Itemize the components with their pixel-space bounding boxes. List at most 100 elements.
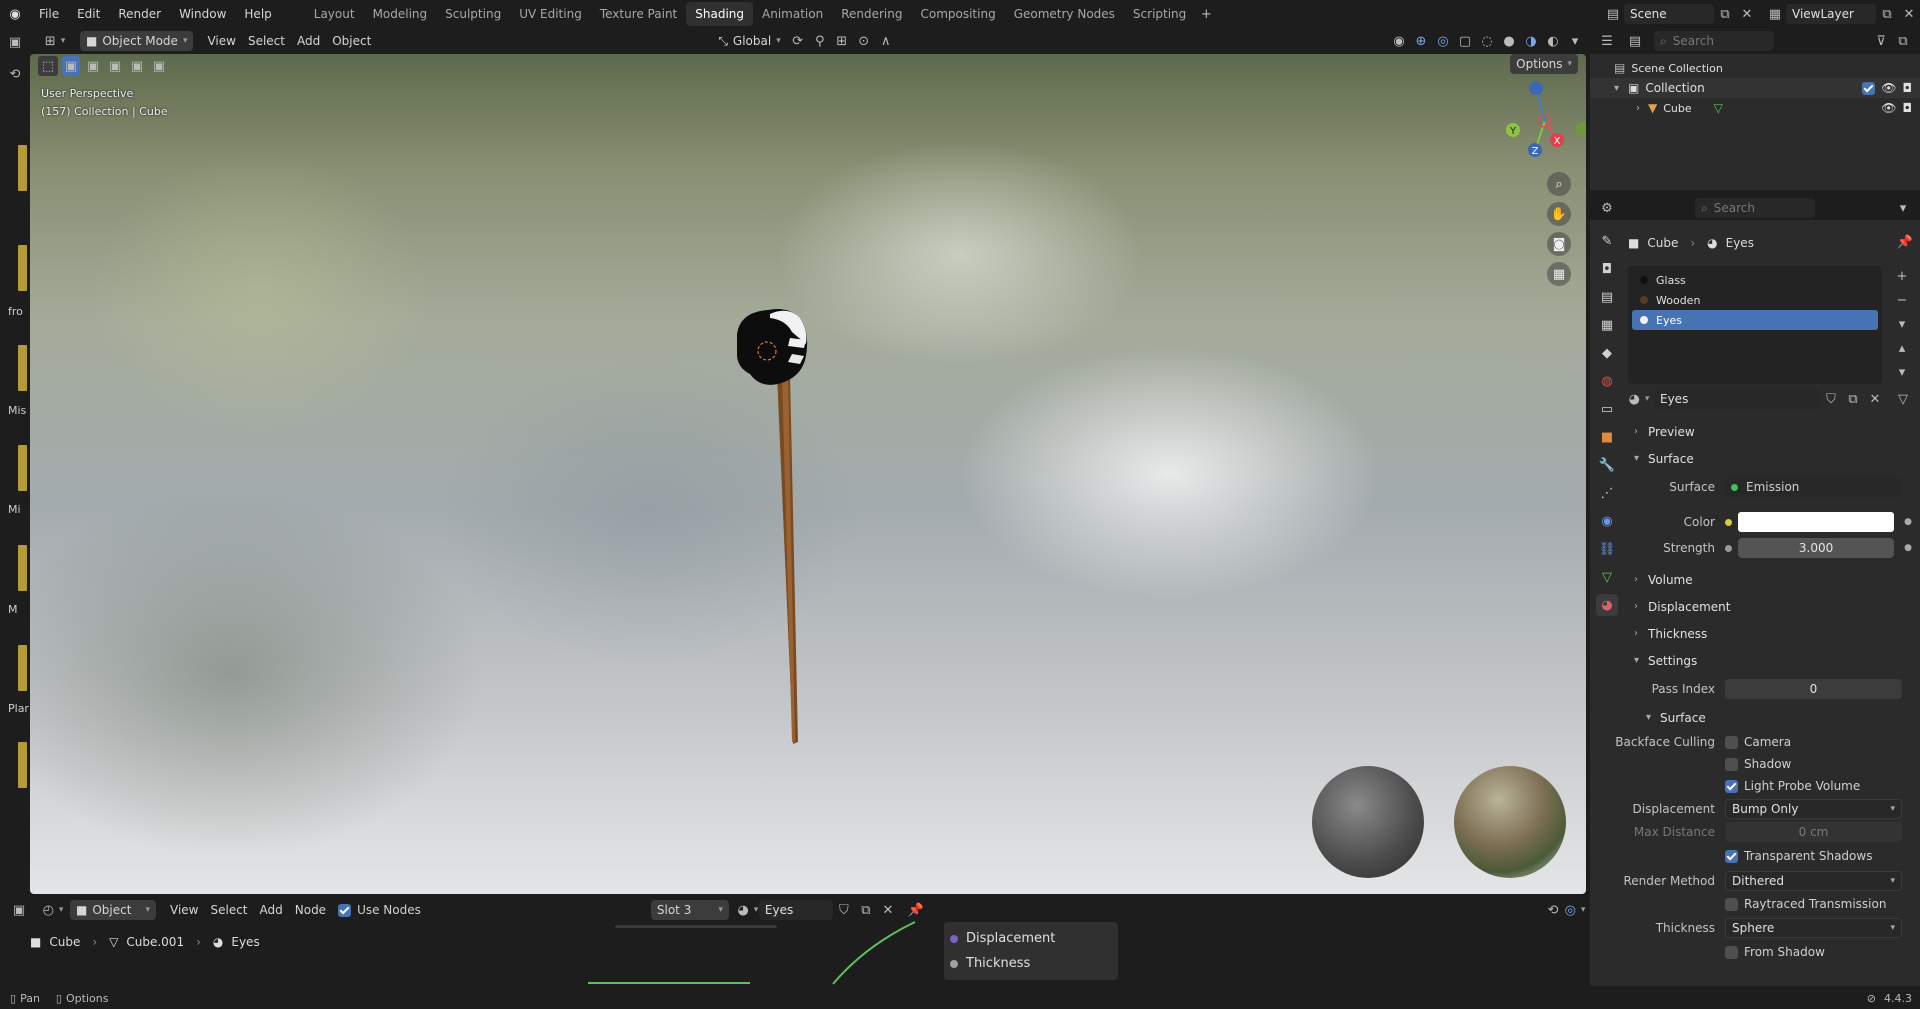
- asset-tab-1[interactable]: [18, 145, 27, 191]
- use-nodes-checkbox[interactable]: [338, 903, 352, 917]
- node-material-browse-icon[interactable]: ◕ ▾: [737, 900, 759, 920]
- tab-rendering[interactable]: Rendering: [832, 2, 911, 26]
- new-view-layer-icon[interactable]: ⧉: [1876, 4, 1898, 24]
- scene-collection-row[interactable]: ▤ Scene Collection: [1590, 58, 1920, 78]
- view-layer-name[interactable]: ViewLayer: [1786, 4, 1876, 24]
- collection-include-checkbox[interactable]: [1862, 81, 1876, 95]
- editor-type-3d-icon[interactable]: ⊞ ▾: [44, 31, 66, 51]
- cube-object-render[interactable]: [730, 304, 870, 744]
- slot-select[interactable]: Slot 3 ▾: [650, 900, 729, 920]
- new-scene-icon[interactable]: ⧉: [1714, 4, 1736, 24]
- menu-view[interactable]: View: [201, 31, 241, 51]
- delete-view-layer-icon[interactable]: ✕: [1898, 4, 1920, 24]
- outliner-editor-icon[interactable]: ☰: [1596, 31, 1618, 51]
- camera-view-icon[interactable]: ◙: [1547, 232, 1571, 256]
- node-editor-type-icon[interactable]: ▣: [8, 900, 30, 920]
- tool-tab-icon[interactable]: ✎: [1596, 230, 1618, 252]
- asset-tab-6[interactable]: [18, 645, 27, 691]
- select-invert-icon[interactable]: ▣: [128, 56, 146, 76]
- volume-panel-header[interactable]: › Volume: [1590, 566, 1920, 593]
- collection-expand-icon[interactable]: ▾: [1614, 83, 1628, 94]
- move-slot-up-icon[interactable]: ▴: [1891, 338, 1913, 358]
- menu-select[interactable]: Select: [242, 31, 291, 51]
- tab-geometry-nodes[interactable]: Geometry Nodes: [1005, 2, 1124, 26]
- orientation-select[interactable]: ⤡ Global ▾: [712, 31, 786, 51]
- pass-index-field[interactable]: 0: [1725, 679, 1902, 699]
- cube-eye-icon[interactable]: 👁: [1881, 101, 1896, 115]
- tab-shading[interactable]: Shading: [686, 2, 753, 26]
- new-collection-icon[interactable]: ⧉: [1892, 31, 1914, 51]
- slot-specials-icon[interactable]: ▾: [1891, 314, 1913, 334]
- camera-icon[interactable]: ◘: [1903, 81, 1913, 95]
- material-name-field[interactable]: Eyes: [1654, 389, 1820, 409]
- wireframe-shading-icon[interactable]: ◌: [1476, 31, 1498, 51]
- from-shadow-checkbox[interactable]: [1725, 945, 1738, 959]
- strength-keyframe-icon[interactable]: ●: [1904, 543, 1912, 553]
- node-editor[interactable]: ▣ ◴ ▾ ■ Object ▾ View Select Add Node Use N…: [0, 898, 1586, 986]
- proportional-edit-icon[interactable]: ⊙: [853, 31, 875, 51]
- fake-user-icon[interactable]: ⛉: [1820, 389, 1842, 409]
- world-tab-icon[interactable]: ◍: [1596, 370, 1618, 392]
- viewport-options-button[interactable]: Options ▾: [1510, 54, 1578, 74]
- file-browser-icon[interactable]: ⟲: [4, 64, 26, 84]
- outliner-search-field[interactable]: ⌕ Search: [1654, 31, 1774, 51]
- asset-tab-4[interactable]: [18, 445, 27, 491]
- scene-name[interactable]: Scene: [1624, 4, 1714, 24]
- surface-panel-header[interactable]: ▾ Surface: [1590, 445, 1920, 472]
- displacement-method-select[interactable]: Bump Only ▾: [1725, 799, 1902, 819]
- eye-icon[interactable]: 👁: [1881, 81, 1896, 95]
- select-extend-icon[interactable]: ▣: [84, 56, 102, 76]
- asset-tab-3[interactable]: [18, 345, 27, 391]
- navigation-gizmo[interactable]: Z Y X: [1500, 80, 1586, 170]
- select-subtract-icon[interactable]: ▣: [106, 56, 124, 76]
- scene-tab-icon[interactable]: ◆: [1596, 342, 1618, 364]
- cube-expand-icon[interactable]: ›: [1636, 103, 1648, 114]
- max-distance-field[interactable]: 0 cm: [1725, 822, 1902, 842]
- asset-tab-5[interactable]: [18, 545, 27, 591]
- color-keyframe-icon[interactable]: ●: [1904, 517, 1912, 527]
- slot-wooden[interactable]: Wooden: [1632, 290, 1878, 310]
- asset-tab-7[interactable]: [18, 742, 27, 788]
- collection-tab-icon[interactable]: ▭: [1596, 398, 1618, 420]
- snap-icon[interactable]: ⚲: [809, 31, 831, 51]
- displacement-socket[interactable]: Displacement: [950, 926, 1112, 951]
- browse-material-icon[interactable]: ◕ ▾: [1628, 389, 1650, 409]
- node-overlay-icon[interactable]: ⟲: [1542, 900, 1564, 920]
- menu-file[interactable]: File: [30, 0, 68, 28]
- rendered-shading-icon[interactable]: ◐: [1542, 31, 1564, 51]
- pivot-icon[interactable]: ⟳: [787, 31, 809, 51]
- pin-icon[interactable]: 📌: [1894, 232, 1916, 252]
- snap-target-icon[interactable]: ⊞: [831, 31, 853, 51]
- tab-compositing[interactable]: Compositing: [911, 2, 1004, 26]
- mesh-data-icon[interactable]: ▽: [1714, 101, 1723, 115]
- node-menu-add[interactable]: Add: [254, 900, 289, 920]
- move-slot-down-icon[interactable]: ▾: [1891, 362, 1913, 382]
- material-output-node[interactable]: Displacement Thickness: [944, 922, 1118, 980]
- collection-row[interactable]: ▾ ▣ Collection 👁 ◘: [1590, 78, 1920, 98]
- node-menu-view[interactable]: View: [164, 900, 204, 920]
- thickness-socket[interactable]: Thickness: [950, 951, 1112, 976]
- perspective-toggle-icon[interactable]: ▦: [1547, 262, 1571, 286]
- link-mode-icon[interactable]: ▽: [1892, 389, 1914, 409]
- properties-options-icon[interactable]: ▾: [1892, 198, 1914, 218]
- visibility-icon[interactable]: ◉: [1388, 31, 1410, 51]
- menu-edit[interactable]: Edit: [68, 0, 109, 28]
- strength-field[interactable]: 3.000: [1738, 538, 1895, 558]
- zoom-icon[interactable]: ⌕: [1547, 172, 1571, 196]
- xray-icon[interactable]: ▢: [1454, 31, 1476, 51]
- tab-sculpting[interactable]: Sculpting: [436, 2, 510, 26]
- editor-type-icon[interactable]: ▣: [4, 32, 26, 52]
- gizmo-toggle-icon[interactable]: ⊕: [1410, 31, 1432, 51]
- menu-object[interactable]: Object: [326, 31, 377, 51]
- add-workspace-icon[interactable]: +: [1195, 4, 1217, 24]
- tab-modeling[interactable]: Modeling: [364, 2, 437, 26]
- delete-scene-icon[interactable]: ✕: [1736, 4, 1758, 24]
- pan-hand-icon[interactable]: ✋: [1547, 202, 1571, 226]
- backface-camera-checkbox[interactable]: [1725, 735, 1738, 749]
- node-menu-node[interactable]: Node: [289, 900, 332, 920]
- shader-type-icon[interactable]: ◴ ▾: [42, 900, 64, 920]
- tab-texture-paint[interactable]: Texture Paint: [591, 2, 686, 26]
- cube-row[interactable]: › ▼ Cube ▽ 👁 ◘: [1590, 98, 1920, 118]
- node-menu-select[interactable]: Select: [204, 900, 253, 920]
- properties-search-field[interactable]: ⌕ Search: [1695, 198, 1815, 218]
